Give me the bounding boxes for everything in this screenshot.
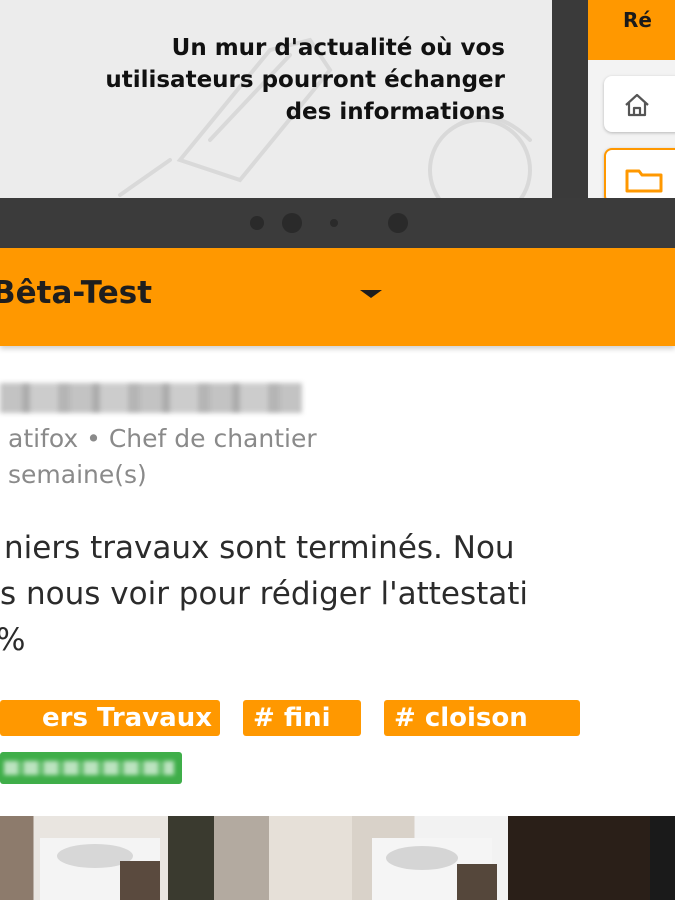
author-name-blurred xyxy=(0,383,302,413)
feature-banner: Un mur d'actualité où vos utilisateurs p… xyxy=(0,0,675,200)
app-header[interactable]: Bêta-Test xyxy=(0,248,675,346)
camera-lens xyxy=(388,213,408,233)
home-icon xyxy=(625,93,649,117)
banner-headline: Un mur d'actualité où vos utilisateurs p… xyxy=(25,32,505,128)
post-text-line: s nous voir pour rédiger l'attestati xyxy=(0,576,529,612)
blurred-text xyxy=(4,761,174,775)
mini-folder-card xyxy=(604,148,675,200)
post-photo[interactable] xyxy=(508,816,675,900)
status-chip-blurred xyxy=(0,752,182,784)
post-photo[interactable] xyxy=(0,816,168,900)
banner-line: des informations xyxy=(285,99,505,125)
post-text-line: % xyxy=(0,622,25,658)
mini-home-card xyxy=(604,76,675,132)
device-frame-top xyxy=(0,198,675,248)
post-text-line: niers travaux sont terminés. Nou xyxy=(4,530,515,566)
tag-chip[interactable]: # fini xyxy=(243,700,361,736)
post-date: semaine(s) xyxy=(8,460,147,489)
mini-app-header-text: Ré xyxy=(623,8,652,32)
folder-icon xyxy=(625,169,663,193)
sink-image xyxy=(40,838,160,900)
mini-app-screen: Ré xyxy=(588,0,675,200)
sensor-dot xyxy=(330,219,338,227)
mini-app-preview: Ré xyxy=(552,0,675,200)
sensor-dot xyxy=(250,216,264,230)
sink-image xyxy=(372,838,497,900)
author-role: atifox • Chef de chantier xyxy=(8,424,317,453)
post-photo[interactable] xyxy=(352,816,508,900)
mini-app-header: Ré xyxy=(588,0,675,60)
tag-chip[interactable]: ers Travaux xyxy=(0,700,220,736)
banner-line: Un mur d'actualité où vos xyxy=(171,35,505,61)
post-photo[interactable] xyxy=(168,816,352,900)
group-title[interactable]: Bêta-Test xyxy=(0,275,152,311)
photo-strip xyxy=(0,816,675,900)
tag-chip[interactable]: # cloison xyxy=(384,700,580,736)
banner-line: utilisateurs pourront échanger xyxy=(105,67,505,93)
sensor-dot xyxy=(282,213,302,233)
caret-down-icon[interactable] xyxy=(360,290,382,298)
